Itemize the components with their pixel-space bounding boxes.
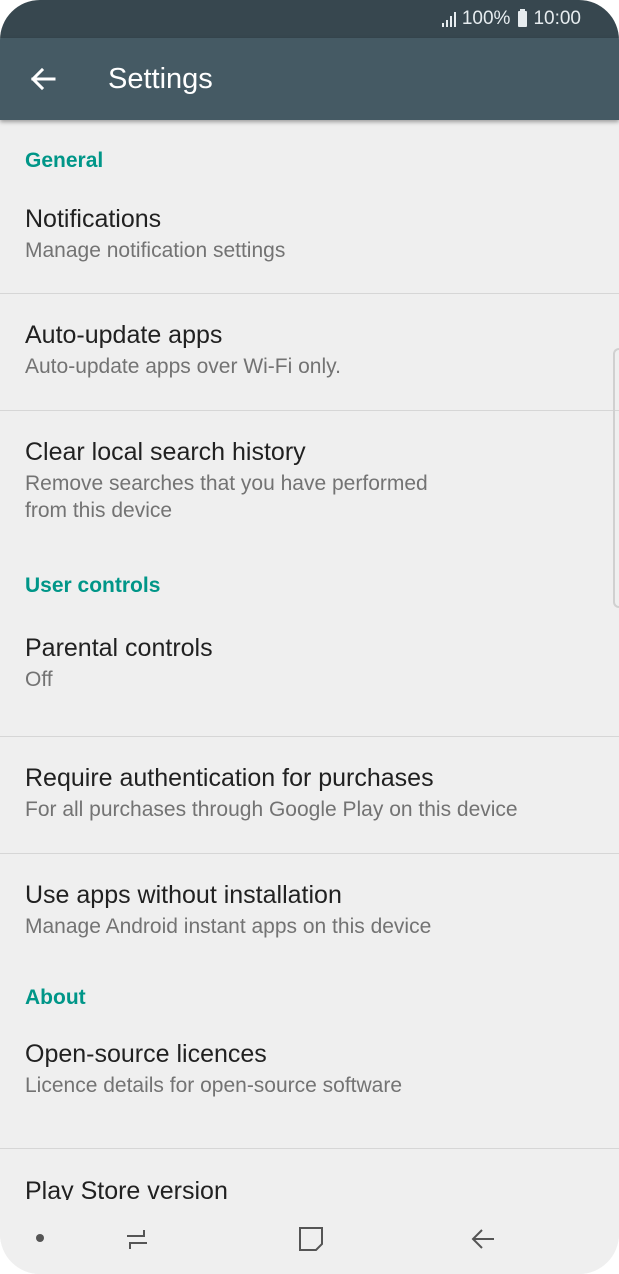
settings-item-auto-update[interactable]: Auto-update apps Auto-update apps over W… <box>0 294 619 410</box>
item-title: Notifications <box>25 205 162 233</box>
item-subtitle: Manage notification settings <box>25 239 286 262</box>
dot-icon[interactable] <box>36 1234 44 1242</box>
item-title: Open-source licences <box>25 1040 267 1068</box>
settings-item-clear-search-history[interactable]: Clear local search history Remove search… <box>0 411 619 566</box>
item-subtitle: Remove searches that you have performed … <box>25 472 428 522</box>
item-title: Clear local search history <box>25 438 306 466</box>
section-header-general: General <box>25 149 104 172</box>
section-header-about: About <box>25 986 86 1009</box>
item-subtitle: Manage Android instant apps on this devi… <box>25 915 432 938</box>
status-bar: 100% 10:00 <box>0 0 619 38</box>
settings-item-instant-apps[interactable]: Use apps without installation Manage And… <box>0 854 619 976</box>
item-title: Parental controls <box>25 634 213 662</box>
item-title: Require authentication for purchases <box>25 764 434 792</box>
settings-item-open-source-licences[interactable]: Open-source licences Licence details for… <box>0 1016 619 1148</box>
settings-item-parental-controls[interactable]: Parental controls Off <box>0 604 619 736</box>
item-title: Auto-update apps <box>25 321 223 349</box>
clock: 10:00 <box>533 8 581 29</box>
navigation-bar <box>0 1200 619 1274</box>
section-header-user-controls: User controls <box>25 574 161 597</box>
page-title: Settings <box>108 62 213 95</box>
scrollbar[interactable] <box>613 348 619 608</box>
home-icon[interactable] <box>296 1224 326 1254</box>
battery-icon <box>518 9 528 27</box>
item-title: Play Store version <box>25 1177 228 1200</box>
item-subtitle: Licence details for open-source software <box>25 1074 403 1097</box>
settings-item-require-authentication[interactable]: Require authentication for purchases For… <box>0 737 619 853</box>
signal-icon <box>441 11 456 27</box>
recents-icon[interactable] <box>122 1224 152 1254</box>
back-icon[interactable] <box>468 1224 498 1254</box>
item-subtitle: Auto-update apps over Wi-Fi only. <box>25 355 341 378</box>
battery-percent: 100% <box>461 8 511 29</box>
item-subtitle: For all purchases through Google Play on… <box>25 798 518 821</box>
phone-screen: 100% 10:00 Settings General Notification… <box>0 0 619 1274</box>
item-subtitle: Off <box>25 668 53 691</box>
item-title: Use apps without installation <box>25 881 342 909</box>
app-bar: Settings <box>0 38 619 120</box>
settings-list: General Notifications Manage notificatio… <box>0 120 619 1200</box>
settings-item-play-store-version[interactable]: Play Store version <box>0 1149 619 1200</box>
back-arrow-icon[interactable] <box>28 64 58 94</box>
